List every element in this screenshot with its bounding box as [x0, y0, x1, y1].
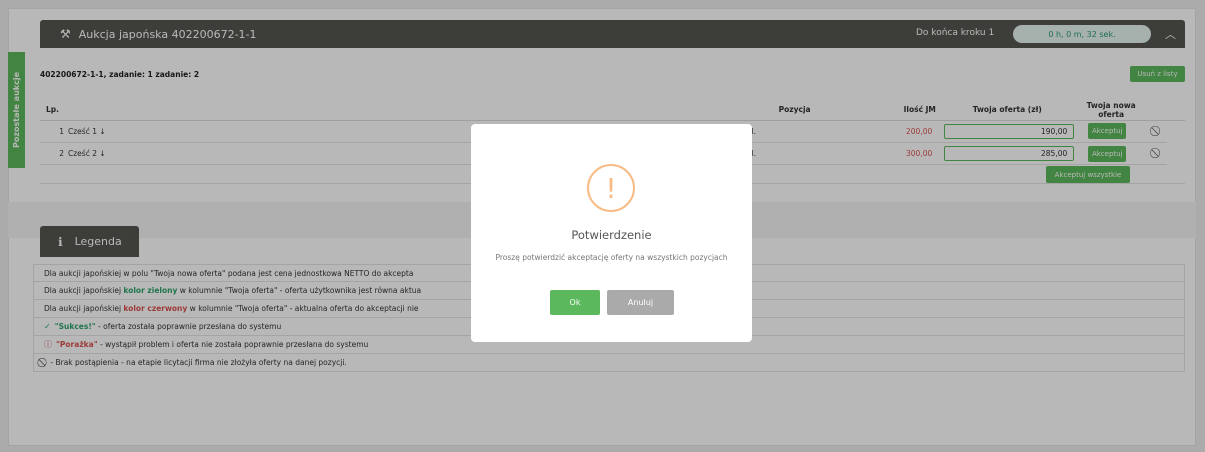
dialog-title: Potwierdzenie [571, 228, 652, 242]
warning-icon: ! [587, 164, 635, 212]
cancel-button[interactable]: Anuluj [607, 290, 674, 315]
confirmation-dialog: ! Potwierdzenie Proszę potwierdzić akcep… [471, 124, 752, 342]
dialog-message: Proszę potwierdzić akceptację oferty na … [495, 253, 728, 262]
page: Pozostałe aukcje ⚒ Aukcja japońska 40220… [0, 0, 1205, 452]
ok-button[interactable]: Ok [550, 290, 600, 315]
